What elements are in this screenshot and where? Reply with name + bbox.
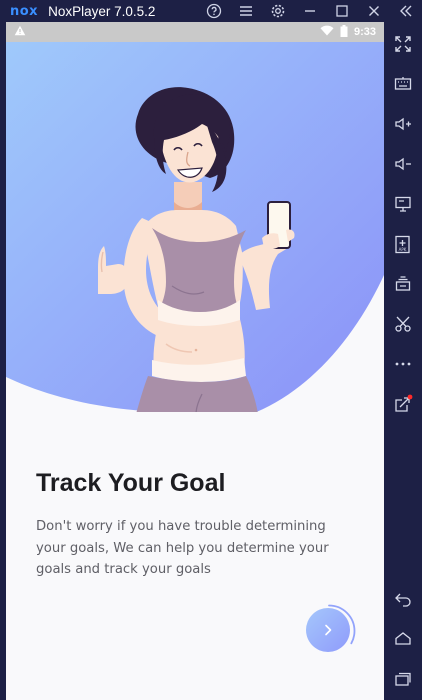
battery-icon <box>340 24 348 40</box>
volume-down-icon[interactable] <box>384 150 422 178</box>
status-time: 9:33 <box>353 26 376 38</box>
onboarding-description: Don't worry if you have trouble determin… <box>36 519 329 577</box>
external-link-icon[interactable] <box>384 390 422 418</box>
close-icon[interactable] <box>358 0 390 22</box>
svg-text:APK: APK <box>399 247 407 252</box>
apk-install-icon[interactable]: APK <box>384 231 422 259</box>
maximize-icon[interactable] <box>326 0 358 22</box>
menu-icon[interactable] <box>230 0 262 22</box>
more-icon[interactable] <box>384 350 422 378</box>
next-button[interactable] <box>306 608 350 652</box>
fullscreen-icon[interactable] <box>384 30 422 58</box>
volume-up-icon[interactable] <box>384 110 422 138</box>
collapse-icon[interactable] <box>390 0 422 22</box>
help-icon[interactable] <box>198 0 230 22</box>
android-status-bar: 9:33 <box>6 22 384 42</box>
nox-logo: nox <box>10 3 39 19</box>
window-controls <box>198 0 422 22</box>
minimize-icon[interactable] <box>294 0 326 22</box>
keyboard-icon[interactable] <box>384 70 422 98</box>
home-icon[interactable] <box>384 625 422 653</box>
screenshot-cut-icon[interactable] <box>384 310 422 338</box>
warning-icon <box>14 25 26 39</box>
multi-instance-icon[interactable] <box>384 270 422 298</box>
back-icon[interactable] <box>384 585 422 613</box>
window-title: NoxPlayer 7.0.5.2 <box>48 3 156 19</box>
wifi-icon <box>320 25 334 39</box>
screen-icon[interactable] <box>384 190 422 218</box>
hero-illustration <box>6 42 384 412</box>
settings-icon[interactable] <box>262 0 294 22</box>
chevron-right-icon <box>325 624 332 636</box>
recents-icon[interactable] <box>384 665 422 693</box>
onboarding-headline: Track Your Goal <box>36 469 226 497</box>
android-screen: 9:33 Track Your Goal Don't worry if you … <box>6 22 384 700</box>
emulator-sidebar: APK <box>384 22 422 700</box>
title-bar: nox NoxPlayer 7.0.5.2 <box>0 0 422 22</box>
